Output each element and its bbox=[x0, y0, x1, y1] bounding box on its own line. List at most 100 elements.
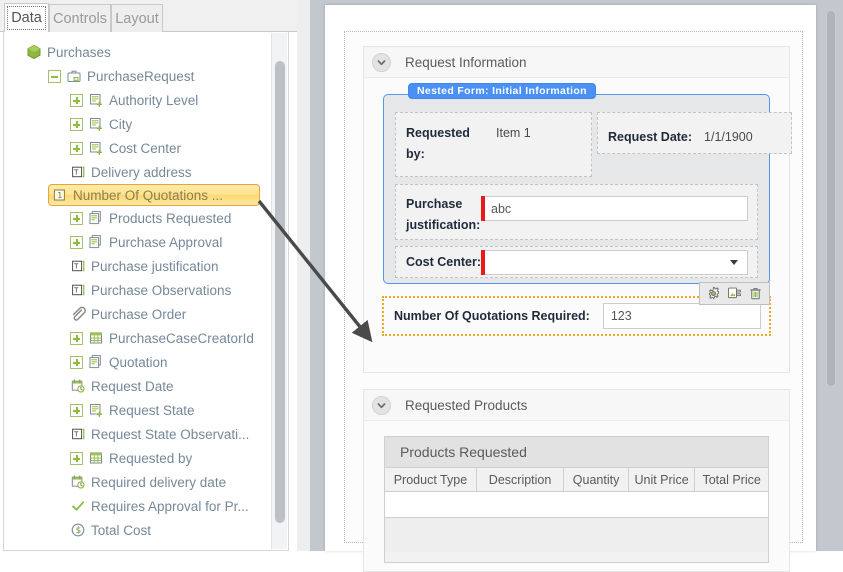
tree-node-purchasecasecreatorid[interactable]: PurchaseCaseCreatorId bbox=[4, 326, 270, 350]
purchase-justification-input[interactable]: abc bbox=[485, 196, 748, 221]
duplicate-icon[interactable] bbox=[726, 285, 743, 302]
tab-controls-label: Controls bbox=[53, 10, 107, 27]
delete-icon[interactable] bbox=[747, 285, 764, 302]
field-requested-by-label: Requested by: bbox=[406, 126, 470, 161]
tree-node-required-delivery-date[interactable]: Required delivery date bbox=[4, 470, 270, 494]
expand-toggle[interactable] bbox=[70, 93, 83, 107]
expand-toggle[interactable] bbox=[70, 355, 83, 369]
designer-scrollbar[interactable] bbox=[823, 5, 839, 545]
field-requested-by[interactable]: Requested by: Item 1 bbox=[395, 112, 592, 177]
tree-node-purchase-observations[interactable]: T Purchase Observations bbox=[4, 278, 270, 302]
section-request-title: Request Information bbox=[405, 54, 527, 70]
cost-center-select[interactable] bbox=[485, 249, 748, 275]
tree-node-label: Purchase Approval bbox=[109, 234, 223, 250]
tree-node-label: Quotation bbox=[109, 354, 168, 370]
briefcase-icon bbox=[66, 68, 82, 84]
text-field-icon: T bbox=[70, 426, 86, 442]
collapse-toggle[interactable] bbox=[48, 69, 61, 83]
field-cost-center[interactable]: Cost Center: bbox=[395, 246, 758, 278]
tab-controls[interactable]: Controls bbox=[49, 4, 111, 32]
panel-splitter[interactable] bbox=[297, 0, 325, 551]
tree-node-total-cost[interactable]: $ Total Cost bbox=[4, 518, 270, 542]
expand-toggle[interactable] bbox=[70, 403, 83, 417]
expand-toggle[interactable] bbox=[70, 331, 83, 345]
chevron-down-icon[interactable] bbox=[372, 52, 391, 72]
section-request-information: Request Information Nested Form: Initial… bbox=[363, 46, 792, 373]
number-field-icon: 1 bbox=[52, 187, 68, 203]
field-purchase-justification[interactable]: Purchase justification: abc bbox=[395, 184, 758, 240]
tree-node-cost-center[interactable]: Cost Center bbox=[4, 136, 270, 160]
tree-node-requires-approval-for-pr[interactable]: Requires Approval for Pr... bbox=[4, 494, 270, 518]
tree-node-delivery-address[interactable]: T Delivery address bbox=[4, 160, 270, 184]
tree-children: Authority Level City Cost Center T Delivery … bbox=[4, 88, 270, 542]
tab-layout[interactable]: Layout bbox=[111, 4, 163, 32]
package-icon bbox=[26, 44, 42, 60]
date-icon bbox=[70, 378, 86, 394]
grid-column-header[interactable]: Unit Price bbox=[629, 468, 696, 491]
tree-node-purchaserequest[interactable]: PurchaseRequest bbox=[4, 64, 270, 88]
tree-node-products-requested[interactable]: Products Requested bbox=[4, 206, 270, 230]
grid-column-header[interactable]: Description bbox=[477, 468, 565, 491]
field-requested-by-value: Item 1 bbox=[496, 126, 531, 140]
designer-scrollbar-thumb[interactable] bbox=[826, 10, 836, 387]
section-requested-products: Requested Products Products Requested Pr… bbox=[363, 389, 790, 572]
grid-column-header[interactable]: Quantity bbox=[564, 468, 629, 491]
svg-text:$: $ bbox=[76, 526, 81, 536]
number-of-quotations-input[interactable]: 123 bbox=[602, 303, 761, 329]
related-entity-icon bbox=[88, 140, 104, 156]
tree-node-purchase-approval[interactable]: Purchase Approval bbox=[4, 230, 270, 254]
section-requested-products-header[interactable]: Requested Products bbox=[364, 390, 789, 421]
expand-toggle[interactable] bbox=[70, 141, 83, 155]
field-number-of-quotations-required[interactable]: Number Of Quotations Required: 123 bbox=[382, 282, 771, 336]
collection-icon bbox=[88, 234, 104, 250]
purchase-justification-input-wrap: abc bbox=[481, 196, 748, 221]
expand-toggle[interactable] bbox=[70, 211, 83, 225]
field-request-date-label: Request Date: bbox=[608, 130, 693, 144]
check-icon bbox=[70, 498, 86, 514]
currency-icon: $ bbox=[70, 522, 86, 538]
tree-node-label: Total Cost bbox=[91, 522, 152, 538]
tree-node-label: Cost Center bbox=[109, 140, 182, 156]
field-request-date[interactable]: Request Date: 1/1/1900 bbox=[597, 112, 792, 154]
entity-tree-frame: Purchases PurchaseRequest Authority Leve… bbox=[3, 32, 289, 551]
tree-scrollbar[interactable] bbox=[271, 33, 287, 549]
tree-node-quotation[interactable]: Quotation bbox=[4, 350, 270, 374]
nested-form-badge: Nested Form: Initial Information bbox=[408, 83, 596, 99]
tab-data[interactable]: Data bbox=[4, 3, 49, 33]
attachment-icon bbox=[70, 306, 86, 322]
text-field-icon: T bbox=[70, 282, 86, 298]
products-grid-body[interactable] bbox=[385, 492, 768, 518]
field-cost-center-label: Cost Center: bbox=[406, 254, 482, 269]
data-explorer-panel: Data Controls Layout Purchases PurchaseR… bbox=[0, 0, 297, 551]
tree-node-request-date[interactable]: Request Date bbox=[4, 374, 270, 398]
tree-node-purchase-justification[interactable]: T Purchase justification bbox=[4, 254, 270, 278]
products-grid-header: Product Type Description Quantity Unit Pric… bbox=[385, 468, 768, 492]
tree-node-label: Requested by bbox=[109, 450, 193, 466]
expand-toggle[interactable] bbox=[70, 117, 83, 131]
grid-column-header[interactable]: Product Type bbox=[385, 468, 477, 491]
field-context-toolbar bbox=[699, 282, 770, 305]
settings-icon[interactable] bbox=[705, 285, 722, 302]
tree-node-authority-level[interactable]: Authority Level bbox=[4, 88, 270, 112]
tree-node-requested-by[interactable]: Requested by bbox=[4, 446, 270, 470]
tree-node-number-of-quotations[interactable]: 1 Number Of Quotations ... bbox=[48, 184, 260, 206]
expand-toggle[interactable] bbox=[70, 451, 83, 465]
cost-center-input-wrap bbox=[481, 249, 748, 275]
tree-node-request-state-observati[interactable]: T Request State Observati... bbox=[4, 422, 270, 446]
grid-icon bbox=[88, 330, 104, 346]
section-request-header[interactable]: Request Information bbox=[364, 47, 789, 78]
collection-icon bbox=[88, 354, 104, 370]
nested-form-container[interactable]: Nested Form: Initial Information Request… bbox=[383, 83, 792, 284]
tree-scrollbar-thumb[interactable] bbox=[275, 61, 285, 523]
expand-toggle[interactable] bbox=[70, 235, 83, 249]
grid-column-header[interactable]: Total Price bbox=[695, 468, 768, 491]
tree-node-label: Delivery address bbox=[91, 164, 192, 180]
tree-node-purchases[interactable]: Purchases bbox=[4, 40, 270, 64]
chevron-down-icon[interactable] bbox=[730, 259, 738, 265]
tree-node-request-state[interactable]: Request State bbox=[4, 398, 270, 422]
tree-node-purchase-order[interactable]: Purchase Order bbox=[4, 302, 270, 326]
chevron-down-icon[interactable] bbox=[372, 395, 391, 415]
tree-node-city[interactable]: City bbox=[4, 112, 270, 136]
tree-node-label: Required delivery date bbox=[91, 474, 227, 490]
tree-node-label: Purchase Order bbox=[91, 306, 187, 322]
